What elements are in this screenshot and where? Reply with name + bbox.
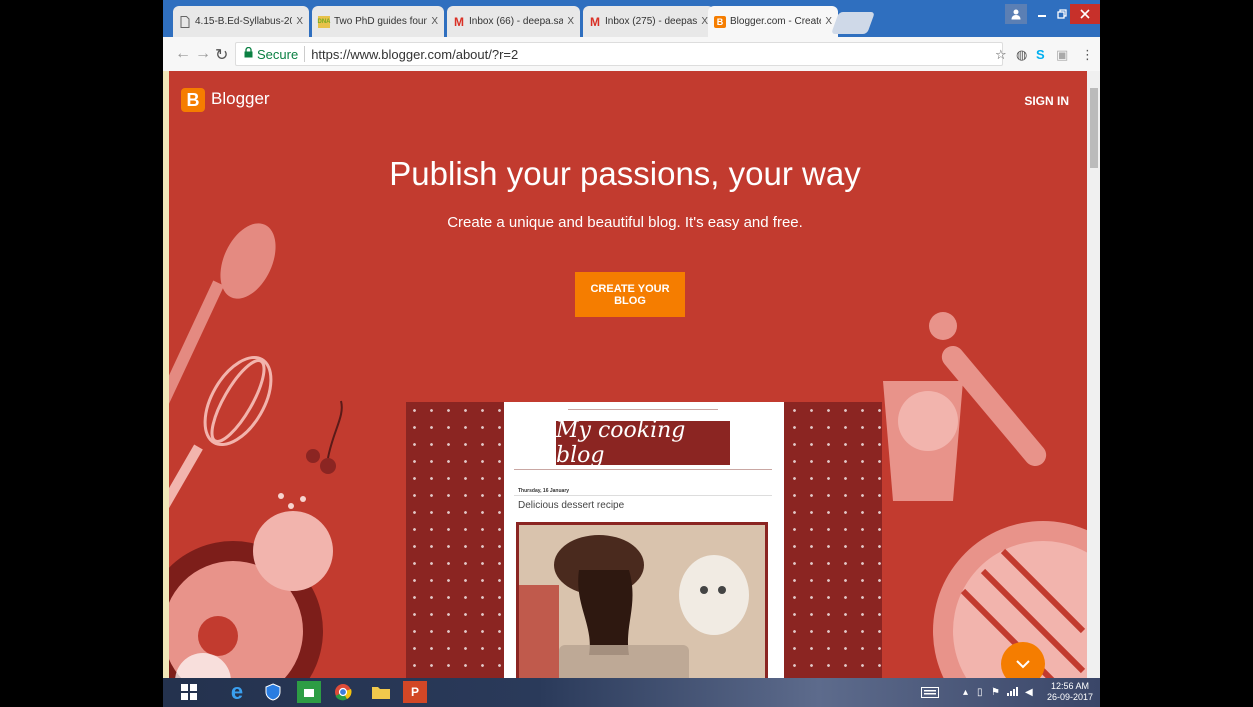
page-subheadline: Create a unique and beautiful blog. It's… [447,214,803,231]
powerpoint-icon[interactable]: P [403,681,427,703]
bookmark-star-icon[interactable]: ☆ [995,47,1007,63]
tab-strip: 4.15-B.Ed-Syllabus-2017 X DNA Two PhD gu… [163,0,1100,37]
tab-close-button[interactable]: X [567,16,574,27]
blog-preview: My cooking blog Thursday, 16 January Del… [406,402,882,678]
tab-label: Inbox (66) - deepa.savali [469,16,564,27]
file-explorer-icon[interactable] [369,681,393,703]
tab-label: 4.15-B.Ed-Syllabus-2017 [195,16,293,27]
blogger-icon: B [714,15,726,28]
gmail-icon: M [590,14,600,29]
defender-shield-icon[interactable] [261,681,285,703]
flag-icon[interactable]: ⚑ [991,687,1000,698]
sign-in-link[interactable]: SIGN IN [1024,94,1069,108]
tab-close-button[interactable]: X [296,16,303,27]
tab-label: Inbox (275) - deepasawl [605,16,698,27]
clock-date: 26-09-2017 [1047,692,1094,702]
tab-label: Blogger.com - Create a [730,16,821,27]
dna-icon: DNA [318,15,331,28]
menu-icon[interactable]: ⋮ [1081,47,1094,63]
tab-syllabus[interactable]: 4.15-B.Ed-Syllabus-2017 X [173,6,309,37]
lock-icon [244,46,253,61]
tab-close-button[interactable]: X [701,16,708,27]
secure-label: Secure [257,46,299,62]
browser-toolbar: ← → ↻ Secure https://www.blogger.com/abo… [163,37,1100,72]
skype-icon[interactable]: S [1036,47,1045,62]
internet-explorer-icon[interactable]: e [225,679,249,704]
blogger-page: B Blogger SIGN IN Publish your passions,… [163,71,1087,678]
tray-expand-icon[interactable]: ▴ [963,687,968,698]
window-edge [163,71,169,678]
back-icon[interactable]: ← [175,45,191,63]
windows-taskbar: e P ▴ ▯ ⚑ ◀ 12:56 AM 26-09-2017 [163,678,1100,707]
tab-label: Two PhD guides found g [334,16,428,27]
blog-preview-card: My cooking blog Thursday, 16 January Del… [504,402,784,678]
network-icon[interactable]: ▯ [977,687,983,698]
document-icon [179,15,191,28]
blog-post-date: Thursday, 16 January [518,488,570,494]
tab-close-button[interactable]: X [431,16,438,27]
minimize-button[interactable] [1031,4,1053,24]
dessert-photo [516,522,768,678]
create-your-blog-button[interactable]: CREATE YOUR BLOG [575,272,685,317]
blog-post-title: Delicious dessert recipe [518,500,625,511]
chrome-icon[interactable] [331,681,355,703]
url-text: https://www.blogger.com/about/?r=2 [311,46,519,62]
reload-icon[interactable]: ↻ [215,45,228,65]
tab-blogger[interactable]: B Blogger.com - Create a X [708,6,838,37]
tab-inbox-275[interactable]: M Inbox (275) - deepasawl X [583,6,714,37]
signal-icon[interactable] [1007,687,1019,699]
new-tab-button[interactable] [830,12,876,34]
screen: 4.15-B.Ed-Syllabus-2017 X DNA Two PhD gu… [163,0,1100,707]
scroll-down-button[interactable] [1001,642,1045,678]
blogger-logo-icon[interactable]: B [181,88,205,112]
windows-start-icon[interactable] [177,681,201,703]
address-bar[interactable]: Secure https://www.blogger.com/about/?r=… [235,42,1003,66]
gmail-icon: M [454,14,464,29]
divider [568,409,718,410]
tab-close-button[interactable]: X [825,16,832,27]
extension-icon-2[interactable]: ▣ [1056,47,1068,63]
volume-icon[interactable]: ◀ [1025,687,1033,698]
divider [514,495,772,496]
taskbar-clock[interactable]: 12:56 AM 26-09-2017 [1047,681,1093,703]
extension-icon[interactable]: ◍ [1016,47,1027,63]
tab-phd-guides[interactable]: DNA Two PhD guides found g X [312,6,444,37]
blog-preview-title: My cooking blog [556,418,730,468]
tab-inbox-66[interactable]: M Inbox (66) - deepa.savali X [447,6,580,37]
forward-icon[interactable]: → [195,45,211,63]
polka-dot-pattern [786,402,882,678]
profile-icon[interactable] [1005,4,1027,24]
divider [514,469,772,470]
store-icon[interactable] [297,681,321,703]
keyboard-icon[interactable] [921,687,939,701]
page-headline: Publish your passions, your way [389,155,861,192]
scrollbar-thumb[interactable] [1090,88,1098,168]
close-window-button[interactable] [1070,4,1100,24]
brand-name[interactable]: Blogger [211,89,270,109]
address-divider [304,46,306,62]
polka-dot-pattern [406,402,502,678]
clock-time: 12:56 AM [1051,681,1090,691]
